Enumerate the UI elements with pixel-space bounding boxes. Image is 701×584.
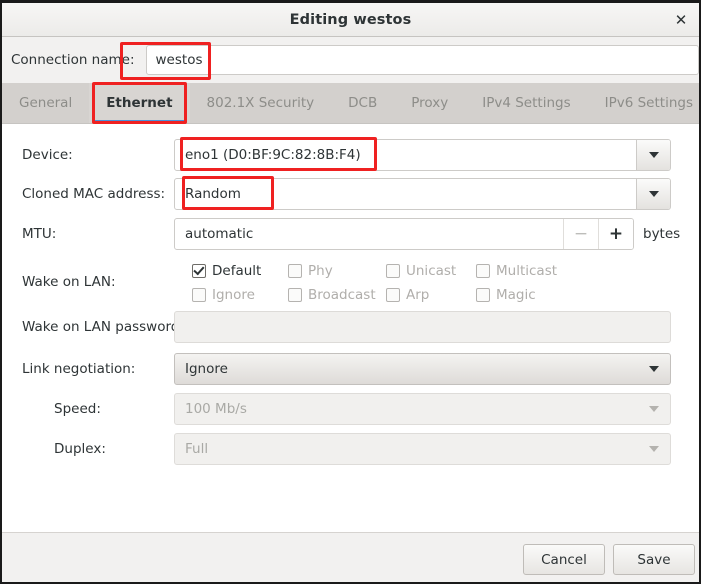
checkbox-icon: [192, 264, 206, 278]
mtu-decrement-button[interactable]: −: [563, 219, 598, 249]
link-negotiation-value: Ignore: [185, 361, 228, 377]
window-title: Editing westos: [289, 11, 412, 28]
checkbox-ignore[interactable]: Ignore: [192, 287, 288, 303]
wake-on-lan-options: Default Phy Unicast Multicast Ignore Bro…: [192, 259, 586, 307]
checkbox-default[interactable]: Default: [192, 263, 288, 279]
duplex-row: Duplex: Full: [2, 433, 699, 465]
chevron-down-icon: [649, 366, 659, 372]
close-icon[interactable]: ✕: [669, 8, 693, 32]
duplex-combobox: Full: [174, 433, 671, 465]
cloned-mac-row: Cloned MAC address: Random: [2, 178, 699, 210]
tab-dcb[interactable]: DCB: [331, 83, 394, 123]
link-negotiation-label: Link negotiation:: [22, 361, 136, 377]
checkbox-icon: [476, 288, 490, 302]
save-button[interactable]: Save: [613, 544, 695, 575]
wake-on-lan-label: Wake on LAN:: [22, 274, 116, 290]
tab-ipv6-settings[interactable]: IPv6 Settings: [588, 83, 699, 123]
speed-row: Speed: 100 Mb/s: [2, 393, 699, 425]
speed-combobox: 100 Mb/s: [174, 393, 671, 425]
cancel-button[interactable]: Cancel: [523, 544, 605, 575]
checkbox-label: Broadcast: [308, 287, 376, 303]
checkbox-label: Unicast: [406, 263, 457, 279]
checkbox-icon: [288, 264, 302, 278]
link-negotiation-row: Link negotiation: Ignore: [2, 353, 699, 385]
tab-ethernet[interactable]: Ethernet: [89, 83, 190, 123]
duplex-value: Full: [185, 441, 209, 457]
checkbox-label: Arp: [406, 287, 430, 303]
mtu-label: MTU:: [22, 226, 57, 242]
checkbox-multicast[interactable]: Multicast: [476, 263, 586, 279]
speed-label: Speed:: [54, 401, 101, 417]
checkbox-icon: [476, 264, 490, 278]
wol-password-input[interactable]: [174, 311, 671, 343]
cloned-mac-value: Random: [185, 186, 241, 202]
ethernet-tab-panel: Device: eno1 (D0:BF:9C:82:8B:F4) Cloned …: [2, 123, 699, 532]
cloned-mac-label: Cloned MAC address:: [22, 186, 166, 202]
connection-name-row: Connection name:: [2, 38, 699, 81]
mtu-value[interactable]: automatic: [175, 219, 563, 249]
chevron-down-icon: [649, 446, 659, 452]
cloned-mac-combobox[interactable]: Random: [174, 178, 671, 210]
title-bar: Editing westos ✕: [2, 3, 699, 37]
cloned-mac-dropdown-arrow-button[interactable]: [636, 179, 670, 209]
wol-password-label: Wake on LAN password:: [22, 319, 184, 335]
mtu-spinner[interactable]: automatic − +: [174, 218, 634, 250]
checkbox-icon: [192, 288, 206, 302]
tab-general[interactable]: General: [2, 83, 89, 123]
chevron-down-icon: [649, 406, 659, 412]
dialog-action-bar: Cancel Save: [2, 532, 699, 582]
device-dropdown-arrow-button[interactable]: [636, 140, 670, 170]
checkbox-label: Default: [212, 263, 262, 279]
checkbox-label: Magic: [496, 287, 536, 303]
connection-name-label: Connection name:: [11, 51, 135, 68]
device-label: Device:: [22, 147, 73, 163]
mtu-increment-button[interactable]: +: [598, 219, 633, 249]
chevron-down-icon: [648, 152, 659, 158]
duplex-label: Duplex:: [54, 441, 106, 457]
device-combobox[interactable]: eno1 (D0:BF:9C:82:8B:F4): [174, 139, 671, 171]
connection-name-input[interactable]: [145, 44, 699, 75]
checkbox-label: Phy: [308, 263, 333, 279]
tab-proxy[interactable]: Proxy: [394, 83, 465, 123]
checkbox-icon: [386, 264, 400, 278]
device-row: Device: eno1 (D0:BF:9C:82:8B:F4): [2, 139, 699, 171]
checkbox-icon: [386, 288, 400, 302]
link-negotiation-combobox[interactable]: Ignore: [174, 353, 671, 385]
checkbox-unicast[interactable]: Unicast: [386, 263, 476, 279]
mtu-row: MTU: automatic − + bytes: [2, 218, 699, 250]
checkbox-label: Ignore: [212, 287, 255, 303]
checkbox-arp[interactable]: Arp: [386, 287, 476, 303]
device-value: eno1 (D0:BF:9C:82:8B:F4): [185, 147, 361, 163]
checkbox-label: Multicast: [496, 263, 558, 279]
editing-connection-dialog: Editing westos ✕ Connection name: Genera…: [0, 0, 701, 584]
wol-password-row: Wake on LAN password:: [2, 311, 699, 343]
chevron-down-icon: [648, 191, 659, 197]
tab-ipv4-settings[interactable]: IPv4 Settings: [465, 83, 587, 123]
speed-value: 100 Mb/s: [185, 401, 247, 417]
checkbox-broadcast[interactable]: Broadcast: [288, 287, 386, 303]
checkbox-magic[interactable]: Magic: [476, 287, 586, 303]
checkbox-icon: [288, 288, 302, 302]
tab-802-1x-security[interactable]: 802.1X Security: [190, 83, 332, 123]
tab-bar: General Ethernet 802.1X Security DCB Pro…: [2, 83, 699, 123]
checkbox-phy[interactable]: Phy: [288, 263, 386, 279]
mtu-unit-label: bytes: [643, 226, 681, 242]
